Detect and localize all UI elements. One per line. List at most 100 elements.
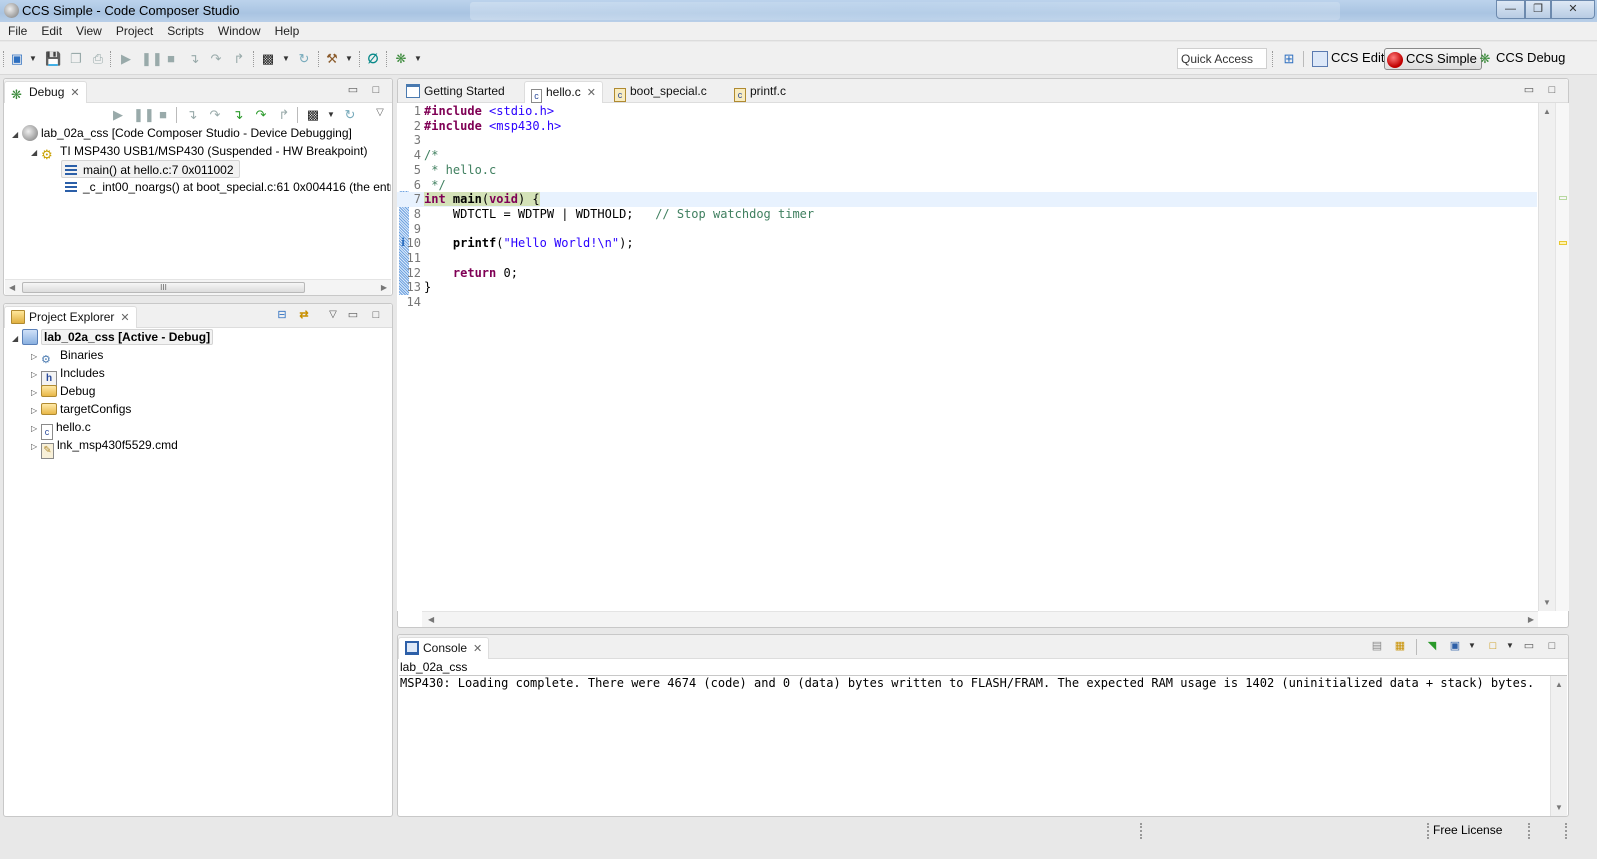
- reset-icon[interactable]: ↻: [342, 107, 358, 123]
- expand-arrow-icon[interactable]: ◢: [12, 126, 22, 144]
- new-icon[interactable]: ▣: [9, 51, 25, 67]
- scroll-left-icon[interactable]: ◀: [428, 615, 434, 624]
- close-tab-icon[interactable]: ✕: [70, 87, 79, 99]
- code-line[interactable]: 1 #include <stdio.h>: [397, 104, 1537, 119]
- tab-project-explorer[interactable]: Project Explorer ✕: [4, 306, 137, 328]
- clear-console-icon[interactable]: ▤: [1370, 639, 1384, 653]
- scroll-left-icon[interactable]: ◀: [9, 283, 15, 292]
- minimize-editor-icon[interactable]: ▭: [1522, 83, 1536, 97]
- tree-item-lnk-cmd[interactable]: ▷ ✎ lnk_msp430f5529.cmd: [31, 436, 178, 459]
- menu-scripts[interactable]: Scripts: [160, 22, 211, 41]
- debug-chip-icon[interactable]: ▩: [260, 51, 276, 67]
- terminate-icon[interactable]: ■: [155, 107, 171, 123]
- open-perspective-icon[interactable]: ⊞: [1281, 51, 1297, 67]
- tab-getting-started[interactable]: Getting Started: [400, 81, 511, 103]
- scroll-right-icon[interactable]: ▶: [1528, 615, 1534, 624]
- console-vertical-scrollbar[interactable]: ▲ ▼: [1550, 676, 1567, 816]
- code-line[interactable]: 4/*: [397, 148, 1537, 163]
- scroll-right-icon[interactable]: ▶: [381, 283, 387, 292]
- pin-console-icon[interactable]: ◥: [1425, 639, 1439, 653]
- tree-item-debug[interactable]: ▷ Debug: [31, 382, 95, 400]
- display-console-icon[interactable]: ▣: [1448, 639, 1462, 653]
- code-line[interactable]: 11: [397, 251, 1537, 266]
- tree-item-includes[interactable]: ▷ h Includes: [31, 364, 105, 387]
- code-line[interactable]: 12 return 0;: [397, 266, 1537, 281]
- code-line[interactable]: 10 printf("Hello World!\n");: [397, 236, 1537, 251]
- expand-arrow-icon[interactable]: ▷: [31, 438, 41, 456]
- maximize-editor-icon[interactable]: □: [1545, 83, 1559, 97]
- stack-frame-c-int00[interactable]: _c_int00_noargs() at boot_special.c:61 0…: [65, 178, 391, 196]
- tree-item-binaries[interactable]: ▷ ⚙ Binaries: [31, 346, 103, 366]
- tab-printf-c[interactable]: c printf.c: [728, 81, 792, 103]
- step-into-icon[interactable]: ↴: [184, 107, 200, 123]
- menu-edit[interactable]: Edit: [34, 22, 69, 41]
- code-line[interactable]: 14: [397, 295, 1537, 310]
- editor-vertical-scrollbar[interactable]: ▲ ▼: [1538, 103, 1555, 611]
- tab-hello-c[interactable]: c hello.c ✕: [524, 81, 603, 103]
- resume-icon[interactable]: ▶: [110, 107, 126, 123]
- minimize-view-icon[interactable]: ▭: [346, 83, 360, 97]
- code-line[interactable]: 8 WDTCTL = WDTPW | WDTHOLD; // Stop watc…: [397, 207, 1537, 222]
- close-tab-icon[interactable]: ✕: [587, 87, 596, 99]
- code-line[interactable]: 6 */: [397, 178, 1537, 193]
- expand-arrow-icon[interactable]: ◢: [12, 330, 22, 348]
- scrollbar-thumb[interactable]: III: [22, 282, 305, 293]
- code-line[interactable]: 9: [397, 222, 1537, 237]
- debug-bug-icon[interactable]: ❋: [393, 51, 409, 67]
- tree-item-project[interactable]: ◢ lab_02a_css [Active - Debug]: [12, 328, 214, 348]
- minimize-view-icon[interactable]: ▭: [346, 308, 360, 322]
- link-with-editor-icon[interactable]: ⇄: [297, 308, 311, 322]
- assembly-step-into-icon[interactable]: ↴: [230, 107, 246, 123]
- overview-marker[interactable]: [1559, 241, 1567, 245]
- resume-icon[interactable]: ▶: [118, 51, 134, 67]
- save-icon[interactable]: 💾: [45, 51, 61, 67]
- close-tab-icon[interactable]: ✕: [473, 643, 482, 655]
- debug-dropdown-icon[interactable]: ▼: [414, 54, 422, 63]
- tree-item-target[interactable]: ◢ ⚙ TI MSP430 USB1/MSP430 (Suspended - HW …: [31, 142, 367, 162]
- step-return-icon[interactable]: ↱: [276, 107, 292, 123]
- minimize-button[interactable]: —: [1496, 0, 1525, 19]
- scroll-down-icon[interactable]: ▼: [1543, 598, 1551, 607]
- view-menu-icon[interactable]: ▽: [372, 105, 388, 121]
- close-tab-icon[interactable]: ✕: [120, 312, 129, 324]
- maximize-view-icon[interactable]: □: [1545, 639, 1559, 653]
- scroll-up-icon[interactable]: ▲: [1555, 680, 1563, 689]
- terminate-icon[interactable]: ■: [163, 51, 179, 67]
- step-over-icon[interactable]: ↷: [208, 51, 224, 67]
- tree-item-launch[interactable]: ◢ lab_02a_css [Code Composer Studio - Dev…: [12, 124, 352, 142]
- search-icon[interactable]: ∅: [365, 51, 381, 67]
- new-dropdown-icon[interactable]: ▼: [29, 54, 37, 63]
- menu-help[interactable]: Help: [268, 22, 307, 41]
- scroll-down-icon[interactable]: ▼: [1555, 803, 1563, 812]
- suspend-icon[interactable]: ❚❚: [141, 51, 163, 67]
- open-console-icon[interactable]: □: [1486, 639, 1500, 653]
- build-hammer-icon[interactable]: ⚒: [324, 51, 340, 67]
- perspective-ccs-debug[interactable]: ❋ CCS Debug: [1475, 48, 1569, 70]
- scroll-lock-icon[interactable]: ▦: [1393, 639, 1407, 653]
- step-over-icon[interactable]: ↷: [207, 107, 223, 123]
- tree-item-targetconfigs[interactable]: ▷ targetConfigs: [31, 400, 131, 418]
- console-output[interactable]: MSP430: Loading complete. There were 467…: [400, 676, 1534, 690]
- collapse-all-icon[interactable]: ⊟: [275, 308, 289, 322]
- step-return-icon[interactable]: ↱: [231, 51, 247, 67]
- code-line[interactable]: 13}: [397, 280, 1537, 295]
- suspend-icon[interactable]: ❚❚: [133, 107, 155, 123]
- overview-marker[interactable]: [1559, 196, 1567, 200]
- perspective-ccs-edit[interactable]: CCS Edit: [1310, 48, 1388, 70]
- print-icon[interactable]: ⎙: [90, 51, 106, 67]
- step-into-icon[interactable]: ↴: [186, 51, 202, 67]
- minimize-view-icon[interactable]: ▭: [1522, 639, 1536, 653]
- menu-window[interactable]: Window: [211, 22, 268, 41]
- perspective-ccs-simple[interactable]: CCS Simple: [1384, 48, 1482, 70]
- code-line[interactable]: 5 * hello.c: [397, 163, 1537, 178]
- expand-arrow-icon[interactable]: ◢: [31, 144, 41, 162]
- tab-console[interactable]: Console ✕: [398, 637, 490, 659]
- save-all-icon[interactable]: ❐: [68, 51, 84, 67]
- maximize-view-icon[interactable]: □: [369, 83, 383, 97]
- stack-frame-main[interactable]: main() at hello.c:7 0x011002: [61, 160, 240, 178]
- view-menu-icon[interactable]: ▽: [326, 308, 340, 322]
- code-line[interactable]: 2 #include <msp430.h>: [397, 119, 1537, 134]
- quick-access-input[interactable]: [1177, 48, 1267, 69]
- debug-horizontal-scrollbar[interactable]: ◀ III ▶: [5, 279, 391, 295]
- assembly-step-over-icon[interactable]: ↷: [253, 107, 269, 123]
